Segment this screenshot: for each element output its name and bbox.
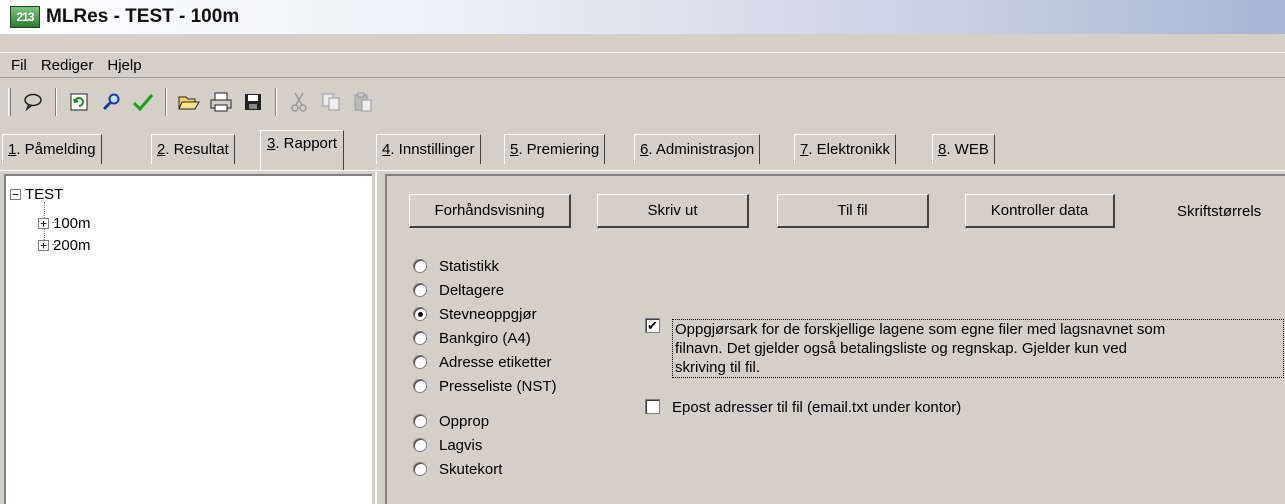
refresh-icon[interactable] (65, 88, 93, 116)
tab-rapport[interactable]: 3. Rapport (260, 130, 345, 170)
tree-node-label: 100m (53, 214, 91, 232)
radio-opprop[interactable]: Opprop (413, 410, 489, 432)
tree-node-label: TEST (25, 185, 64, 203)
font-size-label: Skriftstørrels (1177, 203, 1262, 220)
radio-circle[interactable] (413, 462, 427, 476)
radio-circle[interactable] (413, 331, 427, 345)
email-file-checkbox[interactable]: Epost adresser til fil (email.txt under … (645, 399, 961, 416)
toolbar-separator (165, 88, 167, 116)
menu-rediger[interactable]: Rediger (34, 57, 101, 74)
tree-node-100m[interactable]: + 100m (38, 213, 91, 233)
tree-node-root[interactable]: − TEST (10, 184, 63, 204)
tab-innstillinger[interactable]: 4. Innstillinger (376, 134, 481, 164)
search-icon[interactable] (97, 88, 125, 116)
open-folder-icon[interactable] (175, 88, 203, 116)
copy-icon[interactable] (317, 88, 345, 116)
tree-node-200m[interactable]: + 200m (38, 235, 91, 255)
tab-elektronikk[interactable]: 7. Elektronikk (794, 134, 897, 164)
expand-icon[interactable]: + (38, 239, 49, 251)
email-file-label: Epost adresser til fil (email.txt under … (672, 399, 962, 416)
window-title: MLRes - TEST - 100m (46, 6, 240, 27)
tab-premiering[interactable]: 5. Premiering (504, 134, 606, 164)
checkbox-checked[interactable]: ✔ (645, 318, 660, 333)
settlement-files-label: Oppgjørsark for de forskjellige lagene s… (672, 319, 1284, 378)
radio-circle[interactable] (413, 283, 427, 297)
radio-stevneoppgjor[interactable]: Stevneoppgjør (413, 303, 537, 325)
radio-deltagere[interactable]: Deltagere (413, 279, 504, 301)
settlement-files-checkbox[interactable]: ✔ (645, 318, 660, 333)
tab-pamelding[interactable]: 1. Påmelding (2, 134, 102, 164)
menu-fil[interactable]: Fil (4, 57, 34, 74)
radio-circle[interactable] (413, 259, 427, 273)
app-icon: 213 (10, 6, 40, 28)
tab-resultat[interactable]: 2. Resultat (151, 134, 235, 164)
to-file-button[interactable]: Til fil (777, 194, 929, 228)
checkbox-unchecked[interactable] (645, 399, 660, 414)
radio-circle[interactable] (413, 438, 427, 452)
toolbar (0, 82, 1285, 122)
tab-strip: 1. Påmelding 2. Resultat 3. Rapport 4. I… (0, 130, 1285, 172)
toolbar-separator (55, 88, 57, 116)
toolbar-separator (275, 88, 277, 116)
check-data-button[interactable]: Kontroller data (965, 194, 1115, 228)
report-panel: Forhåndsvisning Skriv ut Til fil Kontrol… (375, 172, 1285, 504)
tab-baseline (0, 170, 1285, 171)
report-panel-inner: Forhåndsvisning Skriv ut Til fil Kontrol… (385, 174, 1285, 504)
menu-hjelp[interactable]: Hjelp (100, 57, 148, 74)
menu-bar: Fil Rediger Hjelp (0, 52, 1285, 78)
print-icon[interactable] (207, 88, 235, 116)
radio-lagvis[interactable]: Lagvis (413, 434, 482, 456)
radio-statistikk[interactable]: Statistikk (413, 255, 499, 277)
expand-icon[interactable]: + (38, 217, 49, 229)
radio-bankgiro[interactable]: Bankgiro (A4) (413, 327, 531, 349)
balloon-icon[interactable] (19, 88, 47, 116)
tab-administrasjon[interactable]: 6. Administrasjon (634, 134, 761, 164)
radio-adresse-etiketter[interactable]: Adresse etiketter (413, 351, 552, 373)
radio-presseliste[interactable]: Presseliste (NST) (413, 375, 557, 397)
tab-web[interactable]: 8. WEB (932, 134, 995, 164)
radio-circle[interactable] (413, 379, 427, 393)
paste-icon[interactable] (349, 88, 377, 116)
print-button[interactable]: Skriv ut (597, 194, 749, 228)
save-icon[interactable] (239, 88, 267, 116)
preview-button[interactable]: Forhåndsvisning (409, 194, 571, 228)
check-icon[interactable] (129, 88, 157, 116)
cut-icon[interactable] (285, 88, 313, 116)
radio-circle[interactable] (413, 414, 427, 428)
tree-node-label: 200m (53, 236, 91, 254)
event-tree[interactable]: − TEST + 100m + 200m (4, 174, 372, 504)
radio-skutekort[interactable]: Skutekort (413, 458, 502, 480)
collapse-icon[interactable]: − (10, 188, 21, 200)
title-bar: 213 MLRes - TEST - 100m (0, 0, 1285, 34)
radio-circle[interactable] (413, 355, 427, 369)
toolbar-grip[interactable] (8, 88, 11, 116)
radio-circle-selected[interactable] (413, 307, 427, 321)
